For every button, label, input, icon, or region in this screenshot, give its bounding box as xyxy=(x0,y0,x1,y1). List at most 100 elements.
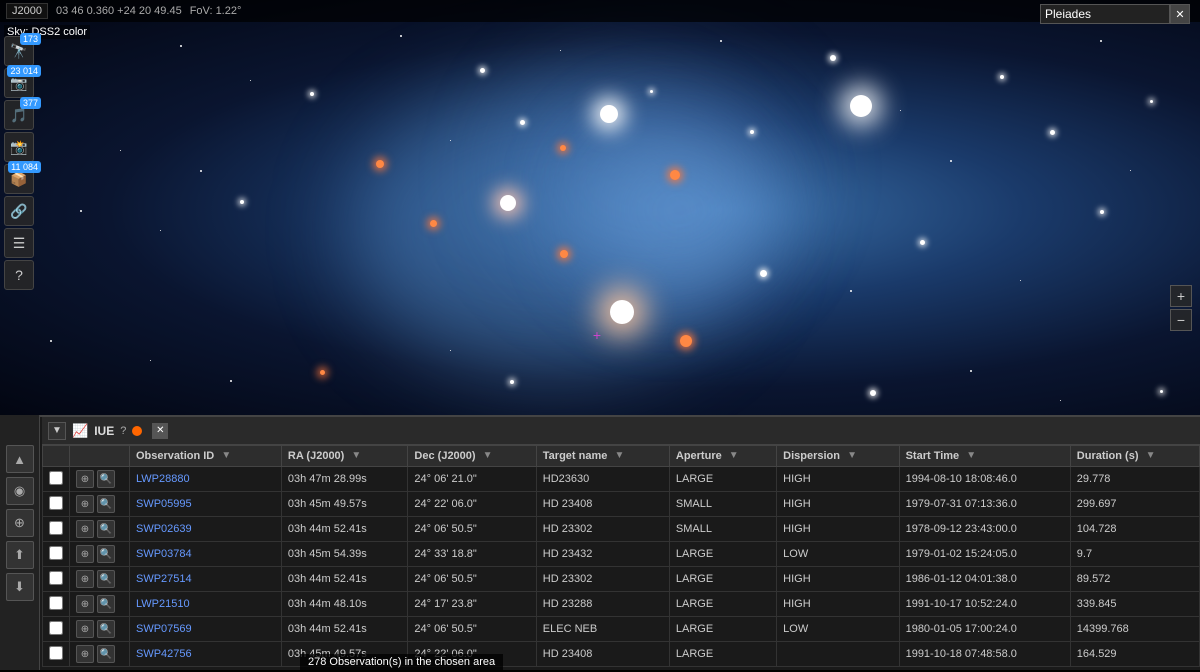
panel-header: ▼ 📈 IUE ? ✕ xyxy=(42,417,1200,445)
zoom-out-button[interactable]: − xyxy=(1170,309,1192,331)
row-search-btn-2[interactable]: 🔍 xyxy=(97,520,115,538)
obs-link-6[interactable]: SWP07569 xyxy=(136,623,192,635)
filter-dispersion-icon[interactable]: ▼ xyxy=(847,450,859,462)
search-input[interactable] xyxy=(1040,4,1170,24)
row-checkbox-7[interactable] xyxy=(49,646,63,660)
row-dispersion-5: HIGH xyxy=(777,592,899,617)
sidebar-btn-help[interactable]: ? xyxy=(4,260,34,290)
catalog-badge: 173 xyxy=(20,33,41,45)
row-checkbox-5[interactable] xyxy=(49,596,63,610)
row-center-btn-3[interactable]: ⊕ xyxy=(76,545,94,563)
row-checkbox-cell xyxy=(43,567,70,592)
panel-close-button[interactable]: ✕ xyxy=(152,423,168,439)
row-checkbox-6[interactable] xyxy=(49,621,63,635)
row-center-btn-0[interactable]: ⊕ xyxy=(76,470,94,488)
panel-nav-filter[interactable]: ◉ xyxy=(6,477,34,505)
row-search-btn-3[interactable]: 🔍 xyxy=(97,545,115,563)
row-center-btn-6[interactable]: ⊕ xyxy=(76,620,94,638)
row-center-btn-5[interactable]: ⊕ xyxy=(76,595,94,613)
spectra-badge: 377 xyxy=(20,97,41,109)
col-dispersion[interactable]: Dispersion ▼ xyxy=(777,446,899,467)
filter-duration-icon[interactable]: ▼ xyxy=(1146,450,1158,462)
row-search-btn-6[interactable]: 🔍 xyxy=(97,620,115,638)
row-checkbox-0[interactable] xyxy=(49,471,63,485)
obs-link-7[interactable]: SWP42756 xyxy=(136,648,192,660)
filter-dec-icon[interactable]: ▼ xyxy=(483,450,495,462)
filter-aperture-icon[interactable]: ▼ xyxy=(729,450,741,462)
table-row: ⊕ 🔍 LWP28880 03h 47m 28.99s 24° 06' 21.0… xyxy=(43,467,1200,492)
table-scroll-area[interactable]: Observation ID ▼ RA (J2000) ▼ Dec (J2000… xyxy=(42,445,1200,672)
epoch-selector[interactable]: J2000 xyxy=(6,3,48,19)
row-checkbox-4[interactable] xyxy=(49,571,63,585)
sidebar-btn-catalog[interactable]: 🔭 173 xyxy=(4,36,34,66)
sidebar-btn-share[interactable]: 🔗 xyxy=(4,196,34,226)
sidebar-btn-images[interactable]: 📷 23 014 xyxy=(4,68,34,98)
row-search-btn-7[interactable]: 🔍 xyxy=(97,645,115,663)
col-duration[interactable]: Duration (s) ▼ xyxy=(1070,446,1199,467)
row-duration-1: 299.697 xyxy=(1070,492,1199,517)
row-dec-4: 24° 06' 50.5" xyxy=(408,567,536,592)
row-target-7: HD 23408 xyxy=(536,642,669,667)
filter-ra-icon[interactable]: ▼ xyxy=(351,450,363,462)
row-dispersion-6: LOW xyxy=(777,617,899,642)
row-start-0: 1994-08-10 18:08:46.0 xyxy=(899,467,1070,492)
panel-nav-download[interactable]: ⬇ xyxy=(6,573,34,601)
col-obs-id[interactable]: Observation ID ▼ xyxy=(130,446,282,467)
row-center-btn-7[interactable]: ⊕ xyxy=(76,645,94,663)
row-center-btn-1[interactable]: ⊕ xyxy=(76,495,94,513)
row-target-0: HD23630 xyxy=(536,467,669,492)
sidebar-btn-spectra[interactable]: 🎵 377 xyxy=(4,100,34,130)
row-search-btn-4[interactable]: 🔍 xyxy=(97,570,115,588)
sidebar-btn-photos[interactable]: 📸 xyxy=(4,132,34,162)
sidebar-btn-menu[interactable]: ☰ xyxy=(4,228,34,258)
obs-link-4[interactable]: SWP27514 xyxy=(136,573,192,585)
panel-nav-circle[interactable]: ⊕ xyxy=(6,509,34,537)
row-center-btn-4[interactable]: ⊕ xyxy=(76,570,94,588)
row-checkbox-3[interactable] xyxy=(49,546,63,560)
row-ra-4: 03h 44m 52.41s xyxy=(281,567,408,592)
table-row: ⊕ 🔍 SWP27514 03h 44m 52.41s 24° 06' 50.5… xyxy=(43,567,1200,592)
col-actions xyxy=(70,446,130,467)
panel-collapse-button[interactable]: ▼ xyxy=(48,422,66,440)
images-badge: 23 014 xyxy=(7,65,41,77)
row-center-btn-2[interactable]: ⊕ xyxy=(76,520,94,538)
data-badge: 11 084 xyxy=(8,161,41,173)
obs-link-5[interactable]: LWP21510 xyxy=(136,598,190,610)
row-search-btn-0[interactable]: 🔍 xyxy=(97,470,115,488)
col-start[interactable]: Start Time ▼ xyxy=(899,446,1070,467)
row-dec-2: 24° 06' 50.5" xyxy=(408,517,536,542)
row-start-5: 1991-10-17 10:52:24.0 xyxy=(899,592,1070,617)
table-row: ⊕ 🔍 LWP21510 03h 44m 48.10s 24° 17' 23.8… xyxy=(43,592,1200,617)
table-row: ⊕ 🔍 SWP05995 03h 45m 49.57s 24° 22' 06.0… xyxy=(43,492,1200,517)
zoom-in-button[interactable]: + xyxy=(1170,285,1192,307)
col-dec[interactable]: Dec (J2000) ▼ xyxy=(408,446,536,467)
row-obs-id-1: SWP05995 xyxy=(130,492,282,517)
filter-obs-id-icon[interactable]: ▼ xyxy=(221,450,233,462)
row-checkbox-2[interactable] xyxy=(49,521,63,535)
obs-link-0[interactable]: LWP28880 xyxy=(136,473,190,485)
row-search-btn-5[interactable]: 🔍 xyxy=(97,595,115,613)
col-aperture[interactable]: Aperture ▼ xyxy=(669,446,776,467)
row-search-btn-1[interactable]: 🔍 xyxy=(97,495,115,513)
row-ra-2: 03h 44m 52.41s xyxy=(281,517,408,542)
row-aperture-4: LARGE xyxy=(669,567,776,592)
row-dec-3: 24° 33' 18.8" xyxy=(408,542,536,567)
search-clear-button[interactable]: ✕ xyxy=(1170,4,1190,24)
filter-start-icon[interactable]: ▼ xyxy=(966,450,978,462)
row-checkbox-1[interactable] xyxy=(49,496,63,510)
obs-link-1[interactable]: SWP05995 xyxy=(136,498,192,510)
row-duration-0: 29.778 xyxy=(1070,467,1199,492)
obs-link-2[interactable]: SWP02639 xyxy=(136,523,192,535)
col-ra[interactable]: RA (J2000) ▼ xyxy=(281,446,408,467)
row-ra-6: 03h 44m 52.41s xyxy=(281,617,408,642)
panel-nav-share[interactable]: ⬆ xyxy=(6,541,34,569)
filter-target-icon[interactable]: ▼ xyxy=(614,450,626,462)
panel-help-icon[interactable]: ? xyxy=(120,425,126,437)
row-target-1: HD 23408 xyxy=(536,492,669,517)
row-dec-0: 24° 06' 21.0" xyxy=(408,467,536,492)
obs-link-3[interactable]: SWP03784 xyxy=(136,548,192,560)
panel-nav-up[interactable]: ▲ xyxy=(6,445,34,473)
col-target[interactable]: Target name ▼ xyxy=(536,446,669,467)
crosshair: + xyxy=(590,328,604,342)
sidebar-btn-data[interactable]: 📦 11 084 xyxy=(4,164,34,194)
